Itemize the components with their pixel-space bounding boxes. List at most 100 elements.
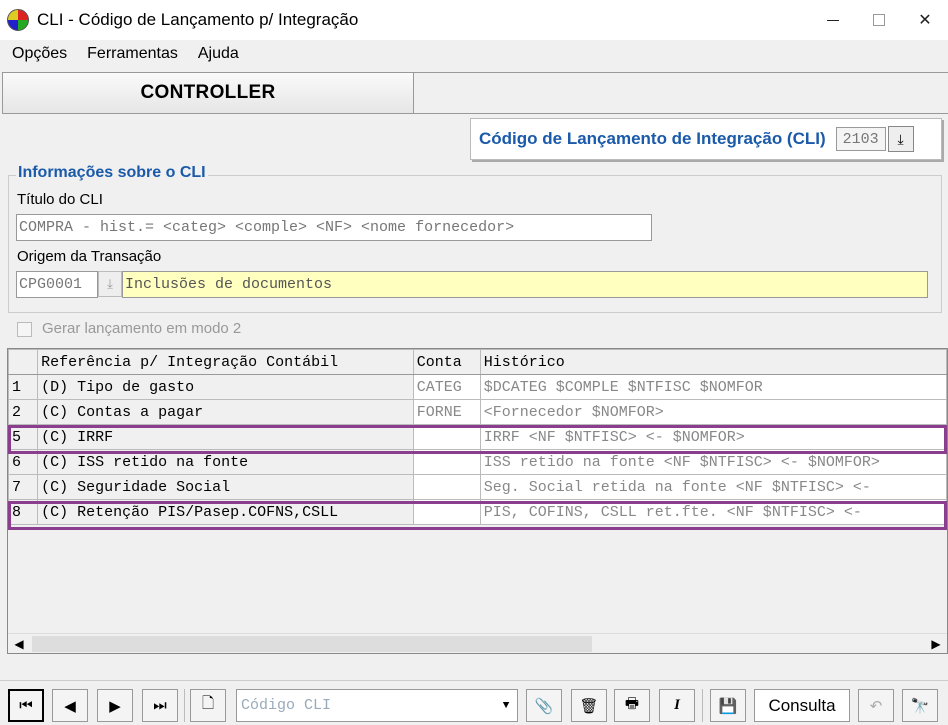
scroll-left-button[interactable]: ◀ xyxy=(8,634,30,653)
table-row[interactable]: 6 (C) ISS retido na fonte ISS retido na fo… xyxy=(8,449,947,475)
empty-row xyxy=(8,549,947,575)
origem-desc-field: Inclusões de documentos xyxy=(122,271,928,298)
minimize-button[interactable] xyxy=(810,0,856,40)
triangle-left-icon: ◀ xyxy=(14,637,24,651)
menu-bar: Opções Ferramentas Ajuda xyxy=(0,40,948,68)
italic-button[interactable]: I xyxy=(659,689,695,722)
attach-document-button[interactable]: 📎 xyxy=(526,689,562,722)
cli-header-panel: Código de Lançamento de Integração (CLI)… xyxy=(470,118,942,160)
grid-cell-idx: 5 xyxy=(8,424,39,450)
grid-cell-conta[interactable] xyxy=(412,424,481,450)
printer-icon: 🖶 xyxy=(624,695,640,712)
trash-icon: 🗑 xyxy=(579,697,599,715)
cli-code-field[interactable]: 2103 xyxy=(835,127,886,151)
table-row[interactable]: 5 (C) IRRF IRRF <NF $NTFISC> <- $NOMFOR> xyxy=(8,424,947,450)
search-button[interactable]: 🔭 xyxy=(902,689,938,722)
close-icon: ✕ xyxy=(918,12,932,29)
bottom-toolbar: ⏮ ◀ ▶ ⏭ 🗋 Código CLI ▼ 📎 🗑 🖶 I 💾 Consult… xyxy=(0,680,948,725)
maximize-button[interactable] xyxy=(856,0,902,40)
grid-cell-ref[interactable]: (C) Contas a pagar xyxy=(37,399,414,425)
undo-button[interactable]: ↶ xyxy=(858,689,894,722)
first-record-button[interactable]: ⏮ xyxy=(8,689,44,722)
scroll-thumb[interactable] xyxy=(32,636,592,652)
cli-header-label: Código de Lançamento de Integração (CLI) xyxy=(479,129,826,148)
grid-cell-idx: 6 xyxy=(8,449,39,475)
grid-cell-hist[interactable]: ISS retido na fonte <NF $NTFISC> <- $NOM… xyxy=(479,449,947,475)
empty-row xyxy=(8,599,947,625)
grid-cell-conta[interactable]: FORNE xyxy=(412,399,481,425)
table-row[interactable]: 8 (C) Retenção PIS/Pasep.COFNS,CSLL PIS, C… xyxy=(8,499,947,525)
cli-code-combo-placeholder: Código CLI xyxy=(241,697,332,714)
grid-cell-ref[interactable]: (D) Tipo de gasto xyxy=(37,374,414,400)
grid-cell-ref[interactable]: (C) ISS retido na fonte xyxy=(37,449,414,475)
triangle-left-icon: ◀ xyxy=(64,697,76,715)
grid-cell-ref[interactable]: (C) Retenção PIS/Pasep.COFNS,CSLL xyxy=(37,499,414,525)
titulo-input[interactable]: COMPRA - hist.= <categ> <comple> <NF> <n… xyxy=(16,214,652,241)
titulo-label: Título do CLI xyxy=(17,191,103,208)
floppy-disk-icon: 💾 xyxy=(718,697,738,715)
grid-cell-idx: 8 xyxy=(8,499,39,525)
grid-cell-idx: 2 xyxy=(8,399,39,425)
scroll-right-button[interactable]: ▶ xyxy=(925,634,947,653)
grid-cell-hist[interactable]: $DCATEG $COMPLE $NTFISC $NOMFOR xyxy=(479,374,947,400)
undo-arrow-icon: ↶ xyxy=(869,697,883,715)
minimize-icon xyxy=(827,19,839,21)
grid-cell-ref[interactable]: (C) IRRF xyxy=(37,424,414,450)
grid-cell-ref[interactable]: (C) Seguridade Social xyxy=(37,474,414,500)
skip-last-icon: ⏭ xyxy=(153,697,167,714)
grid-header-referencia[interactable]: Referência p/ Integração Contábil xyxy=(37,349,414,375)
grid-cell-conta[interactable] xyxy=(412,449,481,475)
grid-cell-conta[interactable] xyxy=(412,499,481,525)
title-bar: CLI - Código de Lançamento p/ Integração… xyxy=(0,0,948,40)
origem-code-input[interactable]: CPG0001 xyxy=(16,271,98,298)
table-row[interactable]: 1 (D) Tipo de gasto CATEG $DCATEG $COMPLE $… xyxy=(8,374,947,400)
cli-code-combo[interactable]: Código CLI ▼ xyxy=(236,689,518,722)
grid-cell-hist[interactable]: <Fornecedor $NOMFOR> xyxy=(479,399,947,425)
grid-cell-hist[interactable]: Seg. Social retida na fonte <NF $NTFISC>… xyxy=(479,474,947,500)
triangle-right-icon: ▶ xyxy=(109,697,121,715)
menu-opcoes[interactable]: Opções xyxy=(12,45,67,63)
last-record-button[interactable]: ⏭ xyxy=(142,689,178,722)
previous-record-button[interactable]: ◀ xyxy=(52,689,88,722)
modo2-checkbox[interactable] xyxy=(17,322,32,337)
maximize-icon xyxy=(873,14,885,26)
new-record-button[interactable]: 🗋 xyxy=(190,689,226,722)
table-row[interactable]: 7 (C) Seguridade Social Seg. Social retida… xyxy=(8,474,947,500)
cli-lookup-button[interactable]: ⤓ xyxy=(887,126,914,152)
controller-tab[interactable]: CONTROLLER xyxy=(2,72,414,114)
download-arrow-icon: ⤓ xyxy=(897,130,904,147)
app-logo-icon xyxy=(7,9,29,31)
grid-cell-conta[interactable] xyxy=(412,474,481,500)
skip-first-icon: ⏮ xyxy=(19,697,33,714)
triangle-right-icon: ▶ xyxy=(931,637,941,651)
chevron-down-icon[interactable]: ▼ xyxy=(495,690,517,721)
origem-label: Origem da Transação xyxy=(17,248,162,265)
empty-row xyxy=(8,574,947,600)
new-document-icon: 🗋 xyxy=(201,695,215,712)
grid-cell-idx: 1 xyxy=(8,374,39,400)
empty-row xyxy=(8,524,947,550)
horizontal-scrollbar[interactable]: ◀ ▶ xyxy=(8,633,947,653)
grid-cell-conta[interactable]: CATEG xyxy=(412,374,481,400)
binoculars-icon: 🔭 xyxy=(910,697,930,715)
app-window: CLI - Código de Lançamento p/ Integração… xyxy=(0,0,948,725)
modo2-checkbox-label: Gerar lançamento em modo 2 xyxy=(42,320,242,337)
origem-lookup-button[interactable]: ⤓ xyxy=(98,271,122,297)
cli-grid: Referência p/ Integração Contábil Conta … xyxy=(7,348,948,654)
save-button[interactable]: 💾 xyxy=(710,689,746,722)
next-record-button[interactable]: ▶ xyxy=(97,689,133,722)
document-clip-icon: 📎 xyxy=(534,697,554,715)
window-title: CLI - Código de Lançamento p/ Integração xyxy=(37,10,359,29)
grid-cell-hist[interactable]: PIS, COFINS, CSLL ret.fte. <NF $NTFISC> … xyxy=(479,499,947,525)
menu-ferramentas[interactable]: Ferramentas xyxy=(87,45,178,63)
info-group-title: Informações sobre o CLI xyxy=(16,164,208,182)
consulta-mode-field[interactable]: Consulta xyxy=(754,689,850,722)
close-button[interactable]: ✕ xyxy=(902,0,948,40)
table-row[interactable]: 2 (C) Contas a pagar FORNE <Fornecedor $NOM… xyxy=(8,399,947,425)
grid-header-historico[interactable]: Histórico xyxy=(479,349,947,375)
print-button[interactable]: 🖶 xyxy=(614,689,650,722)
grid-cell-hist[interactable]: IRRF <NF $NTFISC> <- $NOMFOR> xyxy=(479,424,947,450)
delete-button[interactable]: 🗑 xyxy=(571,689,607,722)
grid-header-conta[interactable]: Conta xyxy=(412,349,481,375)
menu-ajuda[interactable]: Ajuda xyxy=(198,45,239,63)
